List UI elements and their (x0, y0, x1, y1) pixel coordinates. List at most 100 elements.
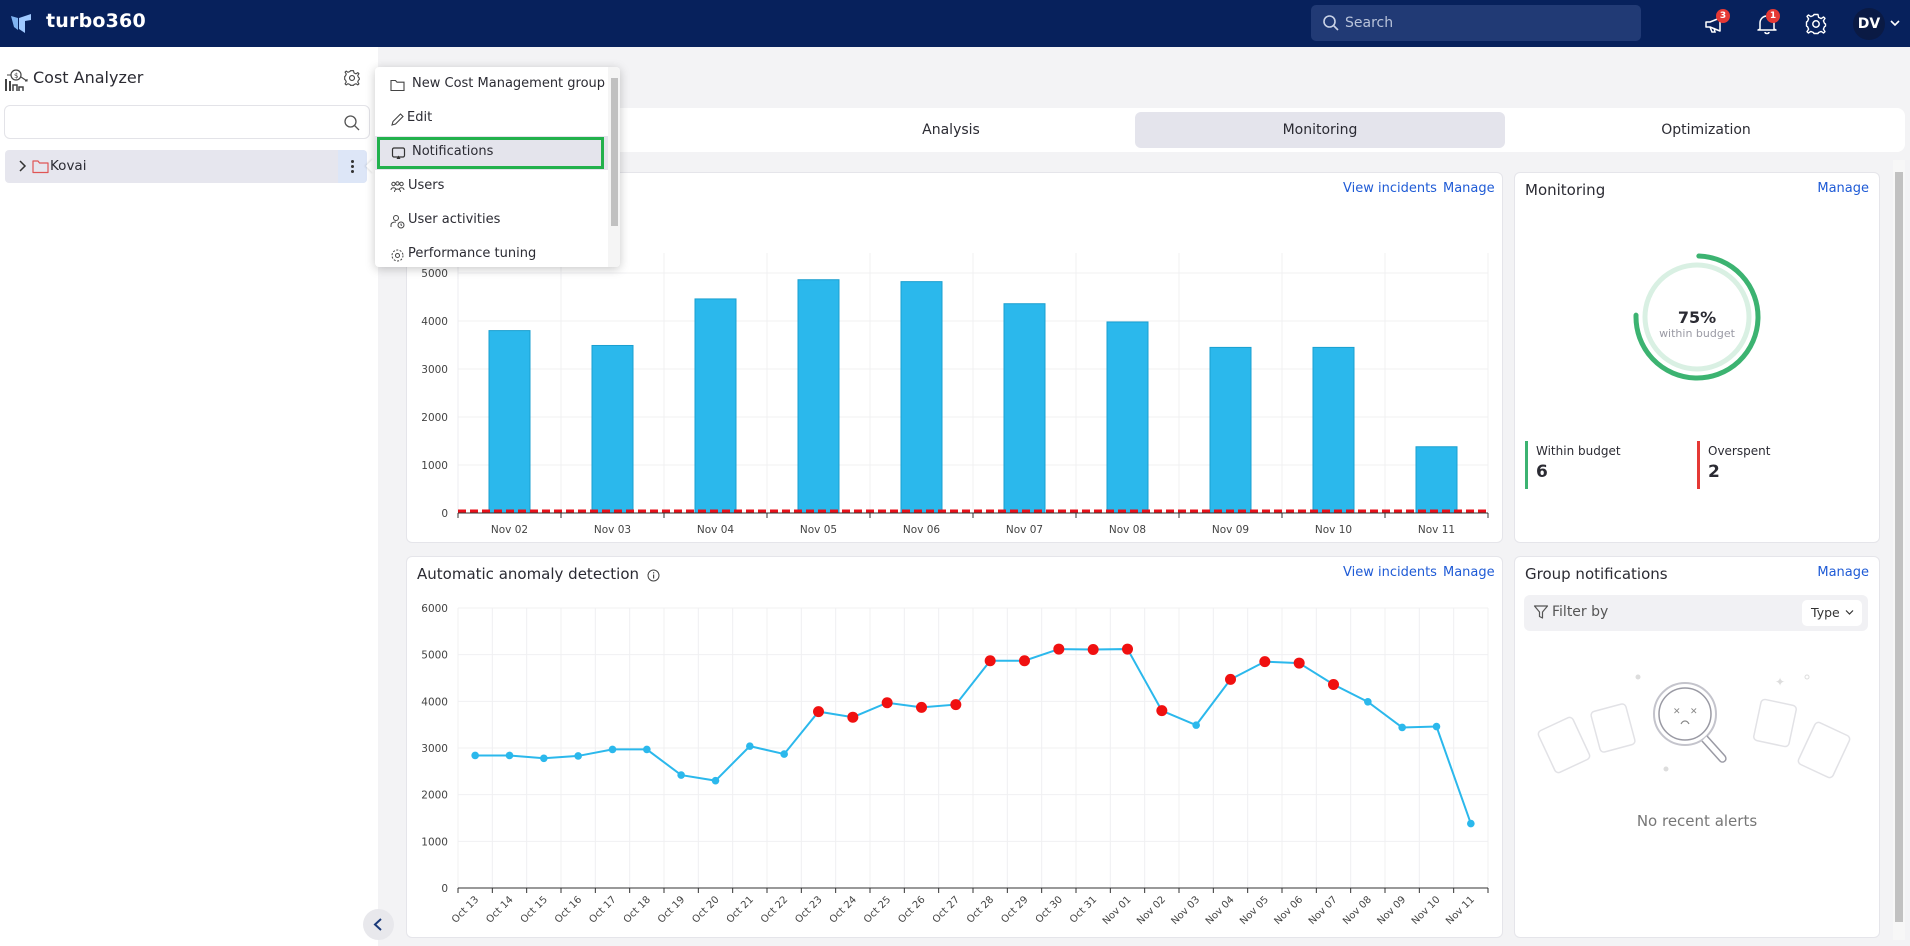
tree-item-kovai[interactable]: Kovai (5, 150, 367, 183)
y-tick-label: 1000 (421, 460, 448, 472)
gauge-sub-label: within budget (1659, 327, 1736, 340)
sidebar: $ Cost Analyzer Kovai (0, 47, 378, 946)
menu-item-user-activities[interactable]: User activities (375, 204, 608, 238)
sidebar-settings-gear-icon[interactable] (342, 68, 362, 88)
settings-button[interactable] (1803, 11, 1829, 37)
search-icon (1323, 15, 1339, 31)
tab-optimization[interactable]: Optimization (1516, 112, 1896, 148)
data-point (643, 745, 651, 754)
x-tick-label: Oct 13 (450, 894, 481, 925)
x-tick-label: Nov 09 (1212, 524, 1249, 536)
pencil-icon (391, 113, 404, 126)
bar (694, 298, 737, 514)
main-scrollbar[interactable] (1893, 160, 1905, 940)
x-tick-label: Oct 21 (725, 894, 756, 925)
turbo360-logo-icon[interactable] (10, 12, 32, 34)
y-tick-label: 5000 (421, 650, 448, 662)
chevron-down-icon[interactable] (1888, 16, 1902, 30)
x-tick-label: Nov 02 (491, 524, 528, 536)
anomaly-point (1328, 679, 1339, 691)
type-filter-select[interactable]: Type (1802, 600, 1862, 626)
bar (1209, 346, 1252, 514)
x-tick-label: Nov 09 (1375, 894, 1408, 927)
empty-state-message: No recent alerts (1636, 812, 1758, 830)
x-tick-label: Nov 04 (697, 524, 735, 536)
menu-item-new-cost-management-group[interactable]: New Cost Management group (375, 68, 608, 102)
more-options-button[interactable] (338, 150, 367, 183)
x-tick-label: Nov 05 (800, 524, 837, 536)
data-point (1467, 819, 1475, 828)
anomaly-point (1225, 673, 1236, 685)
bar (1003, 303, 1046, 514)
anomaly-line-chart: 0100020003000400050006000Oct 13 Oct 14 Oct… (421, 603, 1489, 927)
user-avatar[interactable]: DV (1853, 8, 1885, 40)
menu-item-users[interactable]: Users (375, 170, 608, 204)
anomaly-point (1156, 705, 1168, 717)
svg-text:✕: ✕ (1673, 707, 1681, 717)
menu-scrollbar[interactable] (608, 67, 620, 267)
manage-link[interactable]: Manage (1817, 181, 1869, 196)
filter-label: Filter by (1552, 604, 1609, 620)
anomaly-point (813, 706, 824, 718)
top-navigation-bar: turbo360 Search 3 1 DV (0, 0, 1910, 47)
chevron-right-icon[interactable] (15, 159, 29, 173)
brand-name[interactable]: turbo360 (46, 10, 146, 32)
anomaly-point (950, 699, 962, 711)
user-clock-icon (390, 215, 405, 229)
notifications-button[interactable]: 1 (1754, 9, 1780, 37)
bar (1312, 346, 1355, 514)
group-notifications-panel: Group notifications Manage Filter by Typ… (1514, 556, 1880, 938)
tab-monitoring[interactable]: Monitoring (1135, 112, 1505, 148)
no-alerts-illustration: ✕ ✕ ✦ (1537, 674, 1851, 779)
x-tick-label: Oct 26 (896, 894, 927, 925)
users-icon (390, 181, 405, 193)
tab-analysis[interactable]: Analysis (766, 112, 1136, 148)
collapse-sidebar-button[interactable] (363, 909, 394, 940)
x-tick-label: Nov 04 (1204, 894, 1237, 927)
anomaly-point (1087, 644, 1099, 656)
menu-item-notifications[interactable]: Notifications (375, 136, 608, 170)
folder-icon (32, 160, 49, 174)
search-icon (344, 115, 360, 131)
monitoring-title: Monitoring (1525, 181, 1606, 199)
menu-item-performance-tuning[interactable]: Performance tuning (375, 238, 608, 267)
data-point (780, 750, 788, 758)
data-point (1364, 698, 1372, 706)
anomaly-panel: Automatic anomaly detection View inciden… (406, 556, 1503, 938)
x-tick-label: Oct 27 (931, 894, 962, 925)
global-search-input[interactable]: Search (1311, 5, 1641, 41)
x-tick-label: Oct 19 (656, 894, 687, 925)
cost-analyzer-icon: $ (5, 69, 28, 91)
anomaly-point (1293, 657, 1305, 669)
monitoring-panel: Monitoring Manage 75% within budget With… (1514, 172, 1880, 543)
sidebar-title: Cost Analyzer (33, 68, 144, 87)
announcements-button[interactable]: 3 (1703, 9, 1730, 37)
manage-link[interactable]: Manage (1817, 565, 1869, 580)
bar (591, 344, 634, 514)
kebab-dot (351, 170, 354, 173)
tree-item-label: Kovai (50, 158, 87, 174)
svg-text:$: $ (14, 72, 18, 80)
overspent-label: Overspent (1708, 444, 1771, 458)
within-budget-marker (1525, 441, 1528, 489)
type-select-value: Type (1811, 605, 1840, 620)
sidebar-search-input[interactable] (4, 105, 370, 139)
bar (1106, 321, 1149, 514)
menu-item-label: Users (408, 178, 445, 193)
x-tick-label: Oct 25 (862, 894, 893, 925)
anomaly-point (881, 697, 893, 709)
y-tick-label: 3000 (421, 743, 448, 755)
x-tick-label: Oct 20 (690, 894, 721, 925)
x-tick-label: Nov 10 (1315, 524, 1352, 536)
anomaly-point (1053, 643, 1065, 655)
data-point (1432, 722, 1441, 731)
notifications-count-badge: 1 (1766, 9, 1780, 23)
scrollbar-thumb[interactable] (611, 78, 618, 226)
overspent-value: 2 (1708, 462, 1720, 482)
scrollbar-thumb[interactable] (1895, 172, 1903, 922)
x-tick-label: Nov 02 (1135, 894, 1168, 927)
menu-item-edit[interactable]: Edit (375, 102, 608, 136)
overspent-stat: Overspent 2 (1697, 441, 1770, 489)
x-tick-label: Nov 11 (1444, 894, 1477, 927)
anomaly-point (847, 711, 859, 723)
